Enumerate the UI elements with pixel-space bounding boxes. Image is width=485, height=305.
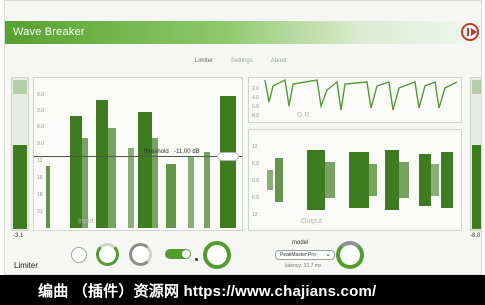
- limiter-toggle[interactable]: [165, 249, 191, 259]
- input-waveform: [46, 96, 236, 228]
- threshold-handle[interactable]: [217, 152, 239, 161]
- output-waveform-panel: 12 6.0 0.0 6.0 12 Output: [248, 129, 462, 231]
- tab-settings[interactable]: Settings: [231, 58, 253, 64]
- threshold-line[interactable]: [34, 156, 242, 157]
- title-bar: Wave Breaker: [5, 21, 481, 44]
- latency-readout: latency: 32.7 ms: [285, 263, 322, 269]
- input-level-meter: [11, 77, 29, 231]
- gain-reduction-curve: [264, 78, 458, 111]
- tab-limiter[interactable]: Limiter: [195, 58, 213, 64]
- gr-panel-label: G.R.: [297, 112, 312, 119]
- threshold-label: threshold: [144, 149, 169, 155]
- tab-about[interactable]: About: [271, 58, 287, 64]
- output-waveform: [267, 150, 453, 210]
- section-label: Limiter: [14, 261, 39, 270]
- model-select-value: PeakMaster Pro: [280, 252, 316, 258]
- input-gain-knob[interactable]: [71, 247, 87, 263]
- model-select[interactable]: PeakMaster Pro: [275, 250, 335, 260]
- attack-knob[interactable]: [96, 243, 119, 266]
- output-level-meter: [470, 77, 481, 231]
- indicator-dot: [195, 258, 198, 261]
- meter-peak-band: [472, 80, 481, 94]
- output-gain-knob[interactable]: [203, 241, 231, 269]
- release-knob[interactable]: [129, 243, 152, 266]
- app-title: Wave Breaker: [13, 26, 85, 38]
- input-waveform-panel: 0.0 3.0 6.0 9.0 12 15 18 21 threshold -1…: [33, 77, 243, 231]
- plugin-window: Wave Breaker Limiter Settings About -3.1…: [4, 0, 482, 275]
- threshold-value: -11.00 dB: [174, 149, 200, 155]
- output-meter-fill: [472, 145, 481, 229]
- input-panel-label: Input: [78, 218, 94, 225]
- tab-bar: Limiter Settings About: [195, 58, 286, 64]
- controls-bar: Limiter model PeakMaster Pro latency: 32…: [5, 239, 481, 274]
- model-label: model: [292, 240, 309, 246]
- watermark-banner: 编曲 （插件）资源网 https://www.chajians.com/: [0, 275, 485, 305]
- input-meter-fill: [13, 145, 27, 229]
- brand-logo-icon[interactable]: [461, 23, 479, 41]
- output-panel-label: Output: [301, 218, 323, 225]
- meter-peak-band: [13, 80, 27, 94]
- gain-reduction-panel: 2.0 4.0 6.0 8.0 G.R.: [248, 77, 462, 123]
- mix-knob[interactable]: [336, 241, 364, 269]
